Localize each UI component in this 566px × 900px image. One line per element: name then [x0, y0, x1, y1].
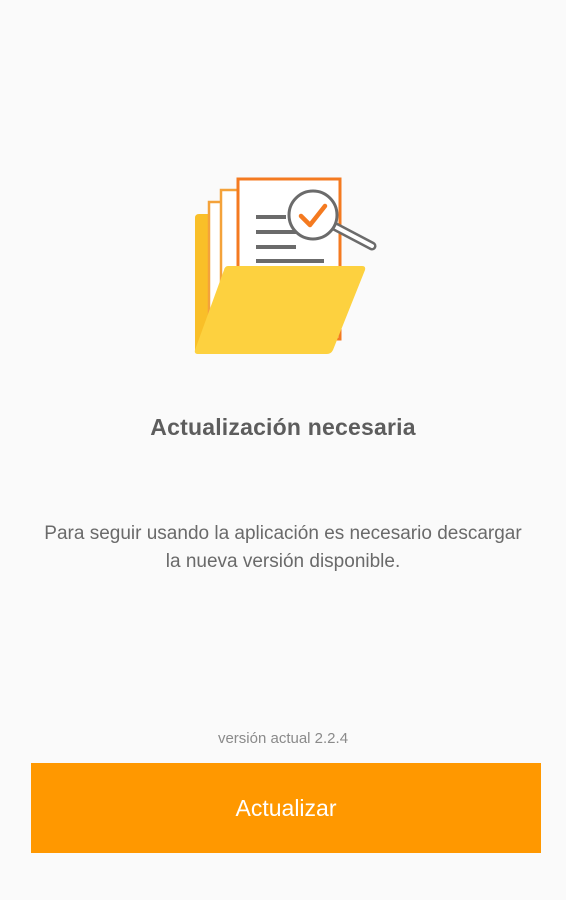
current-version-label: versión actual 2.2.4: [217, 730, 349, 747]
update-message: Para seguir usando la aplicación es nece…: [44, 523, 522, 572]
folder-document-search-icon: [188, 170, 388, 360]
update-button[interactable]: Actualizar: [31, 763, 541, 853]
page-title: Actualización necesaria: [150, 414, 416, 440]
update-required-screen: Actualización necesaria Para seguir usan…: [0, 0, 566, 900]
